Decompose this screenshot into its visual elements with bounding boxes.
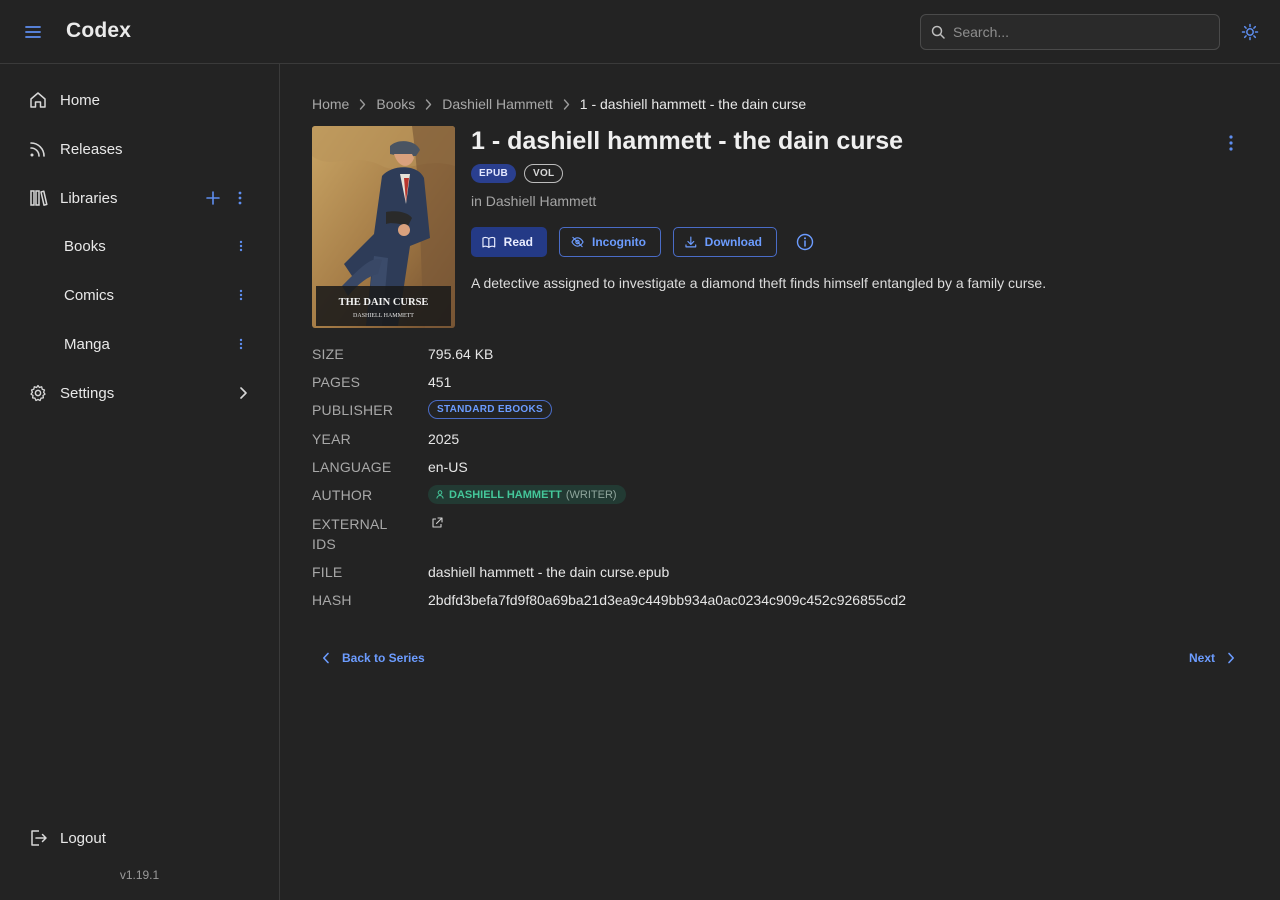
series-link[interactable]: in Dashiell Hammett <box>471 193 596 209</box>
app-header: Codex <box>0 0 1280 64</box>
search-box[interactable] <box>920 14 1220 50</box>
format-badges: EPUB VOL <box>471 164 564 183</box>
kebab-icon <box>1229 135 1233 151</box>
incognito-button-label: Incognito <box>592 235 646 249</box>
home-icon <box>30 92 46 108</box>
kebab-icon <box>238 191 242 205</box>
author-name: DASHIELL HAMMETT <box>449 488 562 501</box>
hash-value: 2bdfd3befa7fd9f80a69ba21d3ea9c449bb934a0… <box>428 592 907 608</box>
chevron-left-icon <box>323 652 329 664</box>
chevron-right-icon <box>240 387 247 399</box>
kebab-icon <box>239 338 243 350</box>
author-label: AUTHOR <box>312 487 373 503</box>
app-version: v1.19.1 <box>119 868 160 882</box>
type-badge-vol: VOL <box>523 164 564 183</box>
read-button-label: Read <box>503 235 533 249</box>
size-value: 795.64 KB <box>428 346 494 362</box>
book-cover: THE DAIN CURSE DASHIELL HAMMETT <box>312 126 455 328</box>
breadcrumb-series[interactable]: Dashiell Hammett <box>442 96 552 112</box>
manga-menu-button[interactable] <box>232 335 250 353</box>
publisher-chip[interactable]: STANDARD EBOOKS <box>428 400 552 419</box>
libraries-menu-button[interactable] <box>231 189 249 207</box>
info-icon[interactable] <box>795 232 815 252</box>
hash-label: HASH <box>312 592 352 608</box>
kebab-icon <box>239 289 243 301</box>
action-buttons: Read Incognito Download <box>471 227 815 257</box>
sidebar-label-books: Books <box>64 237 106 255</box>
download-button-label: Download <box>704 235 762 249</box>
eye-off-icon <box>571 236 584 248</box>
book-open-icon <box>482 236 496 248</box>
search-icon <box>931 25 945 39</box>
sidebar-label-logout: Logout <box>60 829 106 847</box>
sidebar-item-home[interactable]: Home <box>0 80 279 120</box>
sun-icon[interactable] <box>1238 20 1262 44</box>
breadcrumb-current: 1 - dashiell hammett - the dain curse <box>579 96 807 112</box>
chevron-right-icon <box>360 98 366 110</box>
book-title: 1 - dashiell hammett - the dain curse <box>471 127 904 155</box>
next-label: Next <box>1189 651 1216 665</box>
plus-icon <box>206 191 220 205</box>
external-ids-label-line1: EXTERNAL <box>312 516 388 532</box>
language-value: en-US <box>428 459 468 475</box>
cover-author: DASHIELL HAMMETT <box>353 313 414 319</box>
kebab-icon <box>239 240 243 252</box>
download-icon <box>685 236 697 248</box>
chevron-right-icon <box>563 98 569 110</box>
book-menu-button[interactable] <box>1222 133 1240 153</box>
person-icon <box>436 490 444 499</box>
file-label: FILE <box>312 564 343 580</box>
sidebar-label-libraries: Libraries <box>60 189 118 207</box>
read-button[interactable]: Read <box>471 227 547 257</box>
year-value: 2025 <box>428 431 460 447</box>
next-link[interactable]: Next <box>1189 648 1235 668</box>
download-button[interactable]: Download <box>673 227 777 257</box>
size-label: SIZE <box>312 346 344 362</box>
menu-icon[interactable] <box>20 19 46 45</box>
external-link-icon[interactable] <box>431 517 443 529</box>
pages-label: PAGES <box>312 374 361 390</box>
chevron-right-icon <box>1228 652 1235 664</box>
format-badge-epub: EPUB <box>471 164 516 183</box>
chevron-right-icon <box>426 98 432 110</box>
logout-icon <box>31 830 47 846</box>
rss-icon <box>30 142 45 157</box>
language-label: LANGUAGE <box>312 459 392 475</box>
publisher-label: PUBLISHER <box>312 402 394 418</box>
add-library-button[interactable] <box>204 189 222 207</box>
book-description: A detective assigned to investigate a di… <box>471 275 1047 291</box>
sidebar-item-releases[interactable]: Releases <box>0 129 279 169</box>
sidebar-label-home: Home <box>60 91 101 109</box>
gear-icon <box>30 384 46 402</box>
sidebar-label-comics: Comics <box>64 286 115 304</box>
file-value: dashiell hammett - the dain curse.epub <box>428 564 670 580</box>
sidebar-label-releases: Releases <box>60 140 123 158</box>
incognito-button[interactable]: Incognito <box>559 227 661 257</box>
sidebar-label-settings: Settings <box>60 384 115 402</box>
cover-title: THE DAIN CURSE <box>339 297 429 308</box>
library-icon <box>30 190 48 206</box>
sidebar-label-manga: Manga <box>64 335 110 353</box>
pages-value: 451 <box>428 374 452 390</box>
books-menu-button[interactable] <box>232 237 250 255</box>
author-chip[interactable]: DASHIELL HAMMETT (WRITER) <box>428 485 626 504</box>
external-ids-label-line2: IDS <box>312 536 336 552</box>
breadcrumb: Home Books Dashiell Hammett 1 - dashiell… <box>312 95 806 113</box>
back-to-series-label: Back to Series <box>342 651 425 665</box>
back-to-series-link[interactable]: Back to Series <box>322 648 425 668</box>
sidebar-item-logout[interactable]: Logout <box>0 818 279 858</box>
author-role: (WRITER) <box>565 488 617 501</box>
breadcrumb-home[interactable]: Home <box>312 96 349 112</box>
comics-menu-button[interactable] <box>232 286 250 304</box>
sidebar: Home Releases Libraries Books Comics Man… <box>0 64 280 900</box>
search-input[interactable] <box>953 24 1193 40</box>
breadcrumb-books[interactable]: Books <box>376 96 415 112</box>
settings-expand-button[interactable] <box>234 384 252 402</box>
year-label: YEAR <box>312 431 351 447</box>
app-title[interactable]: Codex <box>66 19 131 43</box>
